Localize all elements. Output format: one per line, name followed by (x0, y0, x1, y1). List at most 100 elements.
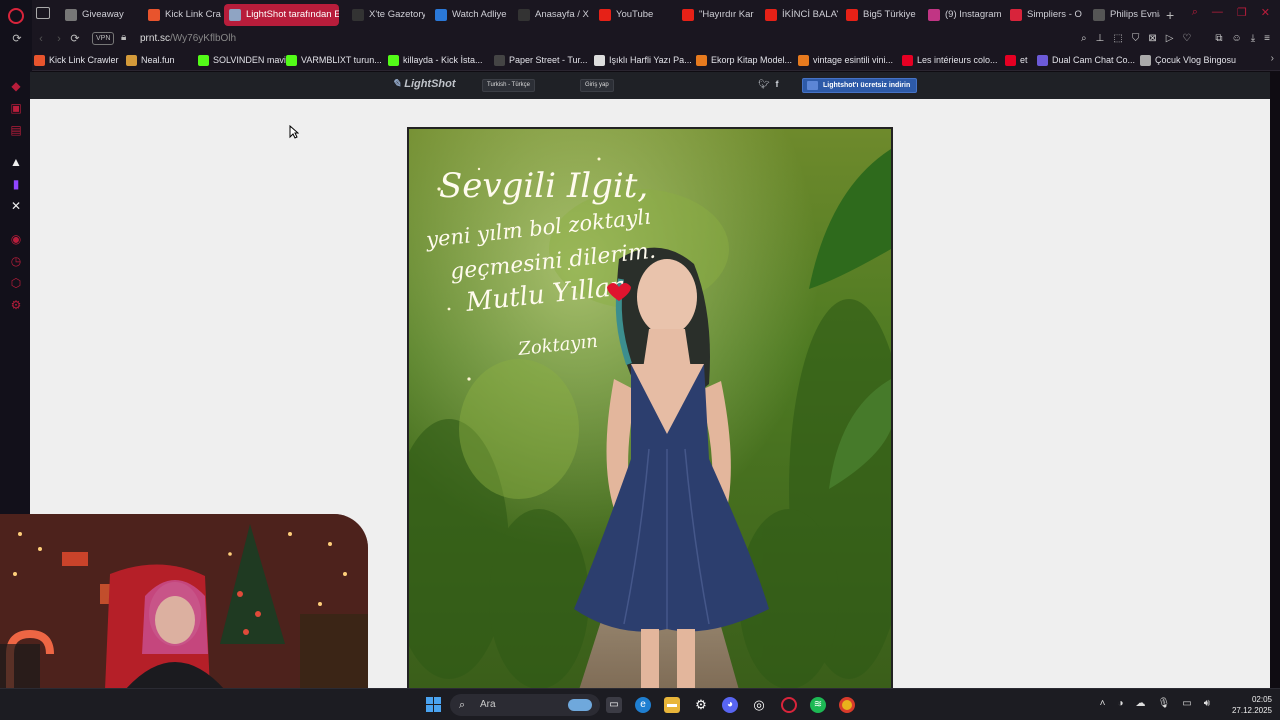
tab-item[interactable]: Simpliers - O (1005, 4, 1083, 26)
tab-item[interactable]: "Hayırdır Kar (677, 4, 755, 26)
vpn-badge[interactable]: VPN (92, 32, 115, 45)
reload-button[interactable]: ⟳ (68, 32, 82, 46)
bookmark-label: Kick Link Crawler (49, 55, 119, 65)
flow-icon[interactable]: ⊠ (1148, 33, 1156, 44)
screenshot-image: Sevgili Ilgit, yeni yılın bol zoktaylı g… (407, 127, 893, 688)
search-placeholder: Ara (480, 699, 496, 710)
login-button[interactable]: Giriş yap (580, 79, 614, 92)
bookmark-item[interactable]: VARMBLIXT turun... (286, 53, 382, 67)
volume-icon[interactable]: 🔊︎ (1204, 698, 1210, 709)
tab-item[interactable]: (9) Instagram (923, 4, 1001, 26)
mail-icon[interactable]: ▤ (8, 122, 24, 138)
bookmarks-more-icon[interactable]: › (1271, 53, 1274, 64)
aria-icon[interactable]: ◆ (8, 78, 24, 94)
facebook-icon[interactable]: f (775, 79, 778, 90)
network-icon[interactable]: ▭ (1182, 698, 1191, 709)
tab-item[interactable]: İKİNCİ BALAY (760, 4, 838, 26)
bookmark-item[interactable]: vintage esintili vini... (798, 53, 893, 67)
tab-label: LightShot tarafından Ek (246, 9, 339, 20)
forward-button[interactable]: › (52, 32, 66, 46)
download-lightshot-button[interactable]: Lightshot'ı ücretsiz indirin (802, 78, 918, 93)
task-view-icon[interactable]: ▭ (606, 697, 622, 713)
maximize-icon[interactable]: ❐ (1237, 6, 1247, 19)
tab-search-icon[interactable] (36, 7, 50, 19)
copilot-icon[interactable]: ◑ (1117, 698, 1123, 709)
bookmark-item[interactable]: killayda - Kick İsta... (388, 53, 483, 67)
obs-icon[interactable]: ◎ (751, 697, 767, 713)
bookmark-item[interactable]: Kick Link Crawler (34, 53, 119, 67)
back-button[interactable]: ‹ (34, 32, 48, 46)
tray-expand-icon[interactable]: ˄ (1100, 698, 1106, 709)
zoom-icon[interactable]: ⌕ (1081, 33, 1087, 44)
bookmark-item[interactable]: Çocuk Vlog Bingosu (1140, 53, 1236, 67)
download-icon[interactable]: ⤓ (1251, 33, 1255, 44)
messenger-icon[interactable]: ▣ (8, 100, 24, 116)
reload-sidebar-icon[interactable]: ⟳ (10, 32, 24, 46)
bookmark-item[interactable]: Les intérieurs colo... (902, 53, 998, 67)
tab-label: (9) Instagram (945, 9, 1001, 20)
snapshot-icon[interactable]: ⬚ (1113, 33, 1122, 44)
spotify-icon[interactable]: ≋ (810, 697, 826, 713)
tab-item[interactable]: Big5 Türkiye (841, 4, 919, 26)
edge-icon[interactable]: e (635, 697, 651, 713)
bookmark-item[interactable]: Paper Street - Tur... (494, 53, 588, 67)
settings-app-icon[interactable]: ⚙ (693, 697, 709, 713)
twitter-icon[interactable]: 🐦︎ (758, 79, 769, 90)
close-icon[interactable]: ✕ (1261, 6, 1270, 19)
chrome-icon[interactable] (839, 697, 855, 713)
bookmark-label: Dual Cam Chat Co... (1052, 55, 1136, 65)
shield-icon[interactable]: ⛉ (1132, 33, 1140, 44)
url-host: prnt.sc (140, 33, 171, 44)
tab-item[interactable]: Giveaway (60, 4, 138, 26)
history-icon[interactable]: ◷ (8, 253, 24, 269)
tab-label: Watch Adliye (452, 9, 507, 20)
tab-item[interactable]: Watch Adliye (430, 4, 508, 26)
tab-item[interactable]: Kick Link Cra (143, 4, 221, 26)
play-icon[interactable]: ▷ (1166, 33, 1174, 44)
opera-logo-icon[interactable] (8, 8, 24, 24)
file-explorer-icon[interactable]: ▬ (664, 697, 680, 713)
url-path: /Wy76yKflbOlh (170, 33, 237, 44)
bookmark-item[interactable]: Ekorp Kitap Model... (696, 53, 792, 67)
twitch-icon[interactable]: ▮ (8, 176, 24, 192)
webcam-overlay (0, 514, 368, 690)
lock-icon[interactable]: 🔒︎ (121, 32, 126, 43)
profile-icon[interactable]: ☺ (1232, 33, 1242, 44)
taskbar-search[interactable]: ⌕ Ara (450, 694, 600, 716)
bookmark-item[interactable]: Dual Cam Chat Co... (1037, 53, 1135, 67)
search-tabs-icon[interactable]: ⌕ (1192, 6, 1198, 19)
onedrive-icon[interactable]: ☁ (1136, 698, 1146, 709)
player-icon[interactable]: ◉ (8, 231, 24, 247)
minimize-icon[interactable]: — (1212, 6, 1223, 19)
opera-taskbar-icon[interactable] (781, 697, 797, 713)
bookmark-item[interactable]: et (1005, 53, 1028, 67)
new-tab-button[interactable]: + (1166, 5, 1174, 25)
settings-icon[interactable]: ⚙ (8, 297, 24, 313)
bookmarks-bar: Kick Link Crawler Neal.fun SOLVINDEN mavi-… (32, 50, 1280, 71)
microphone-icon[interactable]: 🎙︎ (1158, 698, 1171, 709)
tab-item[interactable]: Anasayfa / X (513, 4, 591, 26)
tab-item[interactable]: LightShot tarafından Ek (224, 4, 339, 26)
menu-icon[interactable]: ≡ (1264, 33, 1270, 44)
x-sidebar-icon[interactable]: ✕ (8, 198, 24, 214)
puzzle-icon[interactable]: ⧉ (1215, 33, 1222, 44)
youtube-icon (765, 9, 777, 21)
tab-item[interactable]: Philips Evnia (1088, 4, 1160, 26)
bookmark-item[interactable]: SOLVINDEN mavi-... (198, 53, 296, 67)
tab-item[interactable]: X'te Gazetory (347, 4, 425, 26)
discord-icon[interactable]: ◕ (722, 697, 738, 713)
bookmark-item[interactable]: Işıklı Harfli Yazı Pa... (594, 53, 692, 67)
clock[interactable]: 02:05 27.12.2025 (1232, 694, 1272, 716)
extensions-icon[interactable]: ⬡ (8, 275, 24, 291)
pin-icon[interactable]: ⊥ (1096, 33, 1105, 44)
bookmark-item[interactable]: Neal.fun (126, 53, 175, 67)
tab-item[interactable]: YouTube (594, 4, 672, 26)
url-field[interactable]: prnt.sc/Wy76yKflbOlh (140, 32, 236, 46)
language-select[interactable]: Turkish - Türkçe (482, 79, 536, 92)
kick-sidebar-icon[interactable]: ▲ (8, 154, 24, 170)
windows-start-icon[interactable] (426, 697, 442, 713)
lightshot-logo[interactable]: ✎ LightShot (392, 77, 456, 90)
heart-icon[interactable]: ♡ (1182, 33, 1191, 44)
tab-label: İKİNCİ BALAY (782, 9, 838, 20)
search-icon: ⌕ (459, 699, 466, 711)
